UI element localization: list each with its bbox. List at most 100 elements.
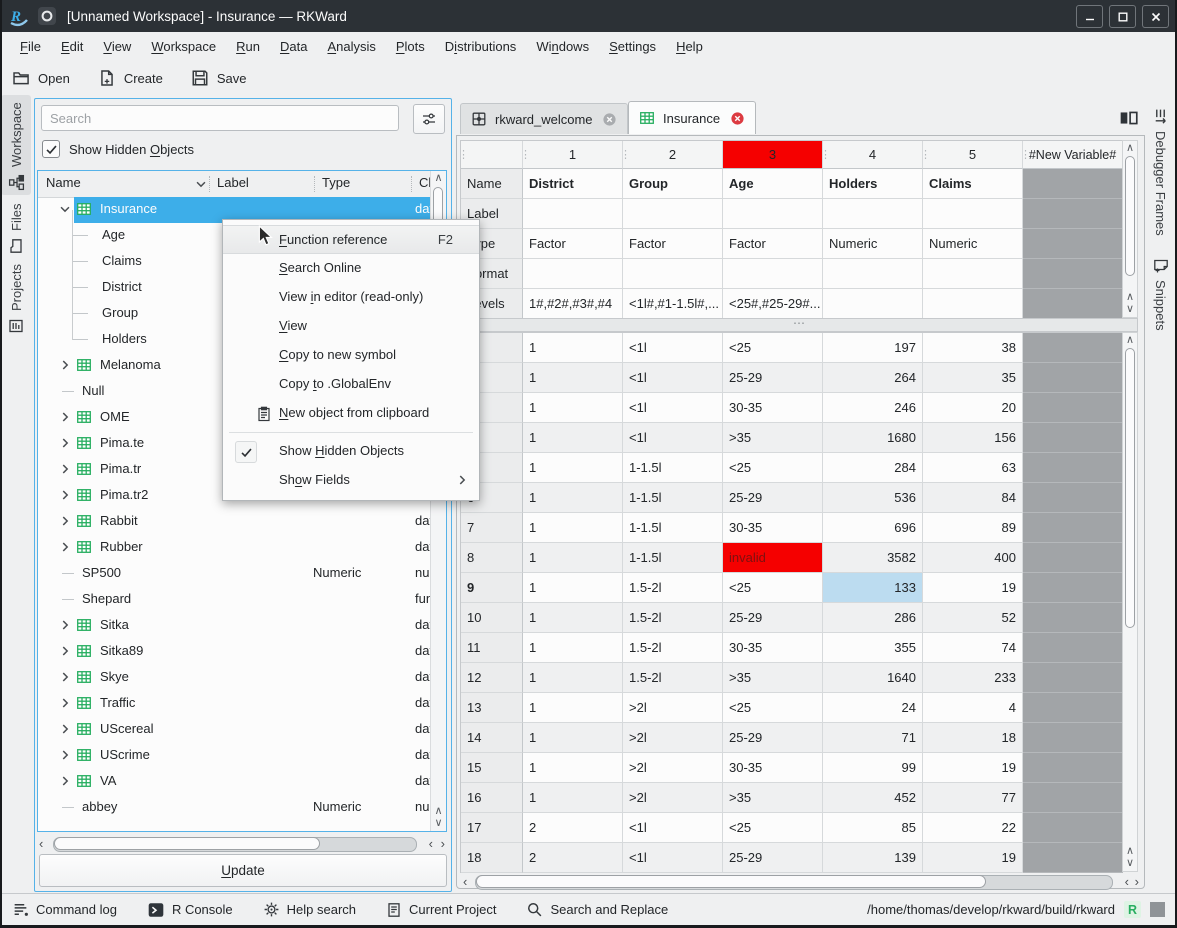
data-cell[interactable]: 1 xyxy=(523,783,623,813)
sidebar-tab-files[interactable]: Files xyxy=(1,194,31,258)
tree-header[interactable]: NameLabelTypeCla xyxy=(38,171,432,198)
new-variable-cell[interactable] xyxy=(1023,663,1123,693)
column-header-4[interactable]: 4 xyxy=(823,141,923,169)
data-cell[interactable]: 536 xyxy=(823,483,923,513)
new-variable-cell[interactable] xyxy=(1023,453,1123,483)
expander-closed-icon[interactable] xyxy=(58,774,72,788)
new-variable-cell[interactable] xyxy=(1023,393,1123,423)
column-header-3[interactable]: 3 xyxy=(723,141,823,169)
data-cell[interactable]: invalid xyxy=(723,543,823,573)
tree-item-sitka89[interactable]: Sitka89dat xyxy=(38,639,432,665)
meta-cell[interactable]: Numeric xyxy=(923,229,1023,259)
data-cell[interactable]: 25-29 xyxy=(723,723,823,753)
data-cell[interactable]: <1l xyxy=(623,393,723,423)
meta-cell[interactable] xyxy=(623,259,723,289)
data-cell[interactable]: 1 xyxy=(523,543,623,573)
data-cell[interactable]: 156 xyxy=(923,423,1023,453)
statusbar-current-project[interactable]: Current Project xyxy=(386,901,496,919)
menu-file[interactable]: File xyxy=(10,35,51,58)
new-variable-cell[interactable] xyxy=(1023,289,1123,319)
data-cell[interactable]: 1 xyxy=(523,663,623,693)
meta-cell[interactable]: 1#,#2#,#3#,#4 xyxy=(523,289,623,319)
meta-cell[interactable]: Numeric xyxy=(823,229,923,259)
statusbar-help-search[interactable]: Help search xyxy=(263,901,356,919)
meta-cell[interactable] xyxy=(923,289,1023,319)
column-header-2[interactable]: 2 xyxy=(623,141,723,169)
data-cell[interactable]: 284 xyxy=(823,453,923,483)
data-cell[interactable]: 1 xyxy=(523,513,623,543)
sidebar-tab-snippets[interactable]: Snippets xyxy=(1146,253,1176,343)
expander-closed-icon[interactable] xyxy=(58,618,72,632)
data-cell[interactable]: 1.5-2l xyxy=(623,633,723,663)
meta-cell[interactable]: <25#,#25-29#... xyxy=(723,289,823,319)
sidebar-tab-projects[interactable]: Projects xyxy=(1,250,31,338)
new-variable-cell[interactable] xyxy=(1023,843,1123,873)
menu-data[interactable]: Data xyxy=(270,35,317,58)
context-menu-item-view[interactable]: View xyxy=(223,312,479,341)
data-cell[interactable]: 1-1.5l xyxy=(623,483,723,513)
data-cell[interactable]: 264 xyxy=(823,363,923,393)
tree-item-uscrime[interactable]: UScrimedat xyxy=(38,743,432,769)
data-cell[interactable]: 1 xyxy=(523,363,623,393)
meta-cell[interactable] xyxy=(923,259,1023,289)
document-tab-insurance[interactable]: Insurance xyxy=(628,101,756,134)
meta-cell[interactable] xyxy=(723,259,823,289)
sidebar-tab-workspace[interactable]: Workspace xyxy=(1,95,31,195)
data-cell[interactable]: 63 xyxy=(923,453,1023,483)
statusbar-command-log[interactable]: Command log xyxy=(12,901,117,919)
data-cell[interactable]: 35 xyxy=(923,363,1023,393)
new-variable-cell[interactable] xyxy=(1023,333,1123,363)
tree-column-header-type[interactable]: Type xyxy=(322,175,350,190)
statusbar-r-console[interactable]: R Console xyxy=(147,901,233,919)
new-variable-cell[interactable] xyxy=(1023,513,1123,543)
new-variable-cell[interactable] xyxy=(1023,753,1123,783)
search-input[interactable] xyxy=(41,105,399,131)
row-header-11[interactable]: 11 xyxy=(461,633,523,663)
meta-row-label-name[interactable]: Name xyxy=(461,169,523,199)
create-button[interactable]: Create xyxy=(98,69,163,87)
data-cell[interactable]: 133 xyxy=(823,573,923,603)
new-variable-cell[interactable] xyxy=(1023,543,1123,573)
row-header-9[interactable]: 9 xyxy=(461,573,523,603)
data-cell[interactable]: 84 xyxy=(923,483,1023,513)
meta-cell[interactable]: Age xyxy=(723,169,823,199)
data-horizontal-scrollbar[interactable]: ‹ ‹ › xyxy=(461,874,1141,889)
data-cell[interactable]: <1l xyxy=(623,363,723,393)
context-menu-item-copy-to-globalenv[interactable]: Copy to .GlobalEnv xyxy=(223,370,479,399)
menu-help[interactable]: Help xyxy=(666,35,713,58)
expander-closed-icon[interactable] xyxy=(58,488,72,502)
data-cell[interactable]: 2 xyxy=(523,843,623,873)
tree-item-rubber[interactable]: Rubberdat xyxy=(38,535,432,561)
data-cell[interactable]: 1680 xyxy=(823,423,923,453)
meta-cell[interactable]: Factor xyxy=(723,229,823,259)
statusbar-search-and-replace[interactable]: Search and Replace xyxy=(526,901,668,919)
data-cell[interactable]: 30-35 xyxy=(723,633,823,663)
menu-distributions[interactable]: Distributions xyxy=(435,35,527,58)
split-view-icon[interactable] xyxy=(1118,108,1140,128)
meta-cell[interactable]: Claims xyxy=(923,169,1023,199)
meta-cell[interactable] xyxy=(523,199,623,229)
meta-cell[interactable] xyxy=(523,259,623,289)
data-cell[interactable]: 30-35 xyxy=(723,753,823,783)
tree-column-header-name[interactable]: Name xyxy=(46,175,81,190)
data-cell[interactable]: 355 xyxy=(823,633,923,663)
menu-run[interactable]: Run xyxy=(226,35,270,58)
data-cell[interactable]: 1 xyxy=(523,693,623,723)
data-cell[interactable]: <25 xyxy=(723,453,823,483)
row-header-18[interactable]: 18 xyxy=(461,843,523,873)
row-header-14[interactable]: 14 xyxy=(461,723,523,753)
meta-cell[interactable]: Factor xyxy=(523,229,623,259)
data-cell[interactable]: 99 xyxy=(823,753,923,783)
expander-closed-icon[interactable] xyxy=(58,722,72,736)
filter-button[interactable] xyxy=(413,104,445,134)
context-menu-item-show-fields[interactable]: Show Fields xyxy=(223,466,479,495)
data-cell[interactable]: 19 xyxy=(923,753,1023,783)
data-cell[interactable]: <25 xyxy=(723,813,823,843)
data-cell[interactable]: >35 xyxy=(723,783,823,813)
row-header-8[interactable]: 8 xyxy=(461,543,523,573)
data-cell[interactable]: 77 xyxy=(923,783,1023,813)
meta-cell[interactable]: Holders xyxy=(823,169,923,199)
tree-item-shepard[interactable]: Shepardfun xyxy=(38,587,432,613)
meta-cell[interactable]: <1l#,#1-1.5l#,... xyxy=(623,289,723,319)
expander-open-icon[interactable] xyxy=(58,202,72,216)
